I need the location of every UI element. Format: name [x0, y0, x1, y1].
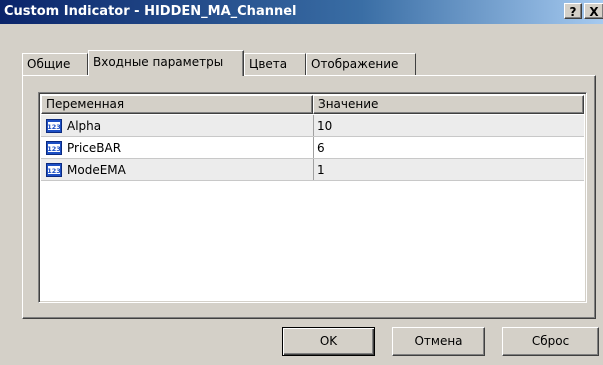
parameters-table[interactable]: Переменная Значение 123 Alpha 10 123 Pri…: [38, 92, 587, 303]
tab-display[interactable]: Отображение: [306, 53, 416, 75]
svg-text:123: 123: [47, 167, 61, 175]
tab-general[interactable]: Общие: [22, 53, 88, 75]
numeric-123-icon: 123: [46, 163, 62, 177]
parameter-name: ModeEMA: [67, 163, 126, 177]
table-row[interactable]: 123 PriceBAR 6: [41, 137, 584, 159]
column-divider: [313, 137, 314, 159]
column-header-value[interactable]: Значение: [313, 95, 584, 114]
parameter-name: Alpha: [67, 119, 102, 133]
parameter-value[interactable]: 6: [317, 137, 325, 159]
window-title: Custom Indicator - HIDDEN_MA_Channel: [4, 4, 297, 19]
close-button[interactable]: X: [584, 3, 603, 19]
numeric-123-icon: 123: [46, 119, 62, 133]
table-row[interactable]: 123 Alpha 10: [41, 115, 584, 137]
column-divider: [313, 159, 314, 181]
row-divider: [41, 180, 584, 181]
parameter-value[interactable]: 10: [317, 115, 332, 137]
ok-button[interactable]: OK: [282, 327, 375, 356]
column-divider: [313, 115, 314, 137]
tab-colors[interactable]: Цвета: [244, 53, 306, 75]
table-row[interactable]: 123 ModeEMA 1: [41, 159, 584, 181]
cancel-button[interactable]: Отмена: [392, 327, 485, 356]
title-bar[interactable]: Custom Indicator - HIDDEN_MA_Channel ? X: [0, 0, 603, 24]
tab-input-parameters[interactable]: Входные параметры: [88, 50, 244, 76]
numeric-123-icon: 123: [46, 141, 62, 155]
column-header-variable[interactable]: Переменная: [41, 95, 313, 114]
parameter-value[interactable]: 1: [317, 159, 325, 181]
parameter-name: PriceBAR: [67, 141, 122, 155]
svg-text:123: 123: [47, 123, 61, 131]
table-header: Переменная Значение: [41, 95, 584, 114]
svg-text:123: 123: [47, 145, 61, 153]
help-button[interactable]: ?: [564, 3, 582, 19]
reset-button[interactable]: Сброс: [502, 327, 599, 356]
